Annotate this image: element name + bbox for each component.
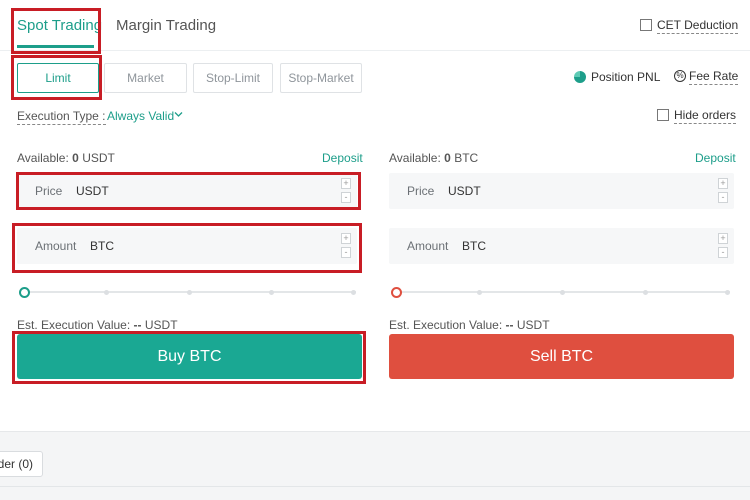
order-type-market[interactable]: Market bbox=[104, 63, 187, 93]
buy-available: Available: 0 USDT bbox=[17, 151, 115, 165]
sell-amount-label: Amount bbox=[407, 239, 449, 253]
sell-price-field[interactable]: Price USDT + - bbox=[389, 173, 734, 209]
sell-est-amount: -- bbox=[505, 318, 514, 332]
chevron-down-icon[interactable] bbox=[174, 111, 183, 118]
buy-est-label: Est. Execution Value: bbox=[17, 318, 131, 332]
sell-slider-tick[interactable] bbox=[560, 290, 565, 295]
sell-available-label: Available: bbox=[389, 151, 441, 165]
sell-available: Available: 0 BTC bbox=[389, 151, 478, 165]
sell-price-increment[interactable]: + bbox=[718, 178, 728, 189]
sell-price-unit: USDT bbox=[448, 184, 481, 198]
execution-type-value[interactable]: Always Valid bbox=[107, 109, 174, 123]
buy-amount-decrement[interactable]: - bbox=[341, 247, 351, 258]
sell-slider-tick[interactable] bbox=[643, 290, 648, 295]
sell-slider-tick[interactable] bbox=[477, 290, 482, 295]
buy-slider-knob[interactable] bbox=[19, 287, 30, 298]
execution-type-label: Execution Type : bbox=[17, 109, 106, 125]
fee-rate-icon: % bbox=[674, 70, 686, 82]
bottom-divider bbox=[0, 486, 750, 487]
buy-est-value: Est. Execution Value: -- USDT bbox=[17, 318, 178, 332]
buy-slider-tick[interactable] bbox=[351, 290, 356, 295]
buy-amount-label: Amount bbox=[35, 239, 77, 253]
buy-available-label: Available: bbox=[17, 151, 69, 165]
sell-amount-increment[interactable]: + bbox=[718, 233, 728, 244]
order-type-limit[interactable]: Limit bbox=[17, 63, 99, 93]
buy-amount-increment[interactable]: + bbox=[341, 233, 351, 244]
order-type-stop-market[interactable]: Stop-Market bbox=[280, 63, 362, 93]
sell-price-label: Price bbox=[407, 184, 435, 198]
sell-available-unit: BTC bbox=[454, 151, 479, 165]
buy-price-decrement[interactable]: - bbox=[341, 192, 351, 203]
tab-margin-trading[interactable]: Margin Trading bbox=[116, 17, 216, 34]
buy-button[interactable]: Buy BTC bbox=[17, 334, 362, 379]
buy-est-unit: USDT bbox=[144, 318, 178, 332]
tab-spot-trading[interactable]: Spot Trading bbox=[17, 17, 102, 34]
active-tab-indicator bbox=[17, 45, 94, 48]
sell-amount-decrement[interactable]: - bbox=[718, 247, 728, 258]
buy-slider-tick[interactable] bbox=[269, 290, 274, 295]
buy-available-unit: USDT bbox=[82, 151, 115, 165]
sell-slider-knob[interactable] bbox=[391, 287, 402, 298]
buy-amount-unit: BTC bbox=[90, 239, 114, 253]
buy-price-unit: USDT bbox=[76, 184, 109, 198]
sell-est-label: Est. Execution Value: bbox=[389, 318, 503, 332]
buy-est-amount: -- bbox=[133, 318, 142, 332]
sell-amount-field[interactable]: Amount BTC + - bbox=[389, 228, 734, 264]
sell-button[interactable]: Sell BTC bbox=[389, 334, 734, 379]
pie-chart-icon bbox=[574, 71, 586, 83]
cet-deduction-checkbox[interactable] bbox=[640, 19, 652, 31]
sell-est-value: Est. Execution Value: -- USDT bbox=[389, 318, 550, 332]
buy-slider-tick[interactable] bbox=[187, 290, 192, 295]
hide-orders-checkbox[interactable] bbox=[657, 109, 669, 121]
buy-available-value: 0 bbox=[72, 151, 79, 165]
trade-panel: Spot Trading Margin Trading CET Deductio… bbox=[0, 0, 750, 432]
buy-price-increment[interactable]: + bbox=[341, 178, 351, 189]
fee-rate-link[interactable]: Fee Rate bbox=[689, 69, 739, 85]
hide-orders-label[interactable]: Hide orders bbox=[674, 108, 737, 124]
position-pnl-link[interactable]: Position PNL bbox=[591, 70, 660, 84]
buy-deposit-link[interactable]: Deposit bbox=[322, 151, 363, 165]
sell-deposit-link[interactable]: Deposit bbox=[695, 151, 736, 165]
buy-slider-tick[interactable] bbox=[104, 290, 109, 295]
header-divider bbox=[0, 50, 750, 51]
sell-est-unit: USDT bbox=[516, 318, 550, 332]
buy-amount-field[interactable]: Amount BTC + - bbox=[17, 228, 357, 264]
buy-price-label: Price bbox=[35, 184, 63, 198]
sell-price-decrement[interactable]: - bbox=[718, 192, 728, 203]
sell-available-value: 0 bbox=[444, 151, 451, 165]
open-orders-tab[interactable]: der (0) bbox=[0, 451, 43, 477]
sell-slider-tick[interactable] bbox=[725, 290, 730, 295]
sell-amount-unit: BTC bbox=[462, 239, 486, 253]
buy-price-field[interactable]: Price USDT + - bbox=[17, 173, 357, 209]
cet-deduction-label[interactable]: CET Deduction bbox=[657, 18, 739, 34]
order-type-stop-limit[interactable]: Stop-Limit bbox=[193, 63, 273, 93]
